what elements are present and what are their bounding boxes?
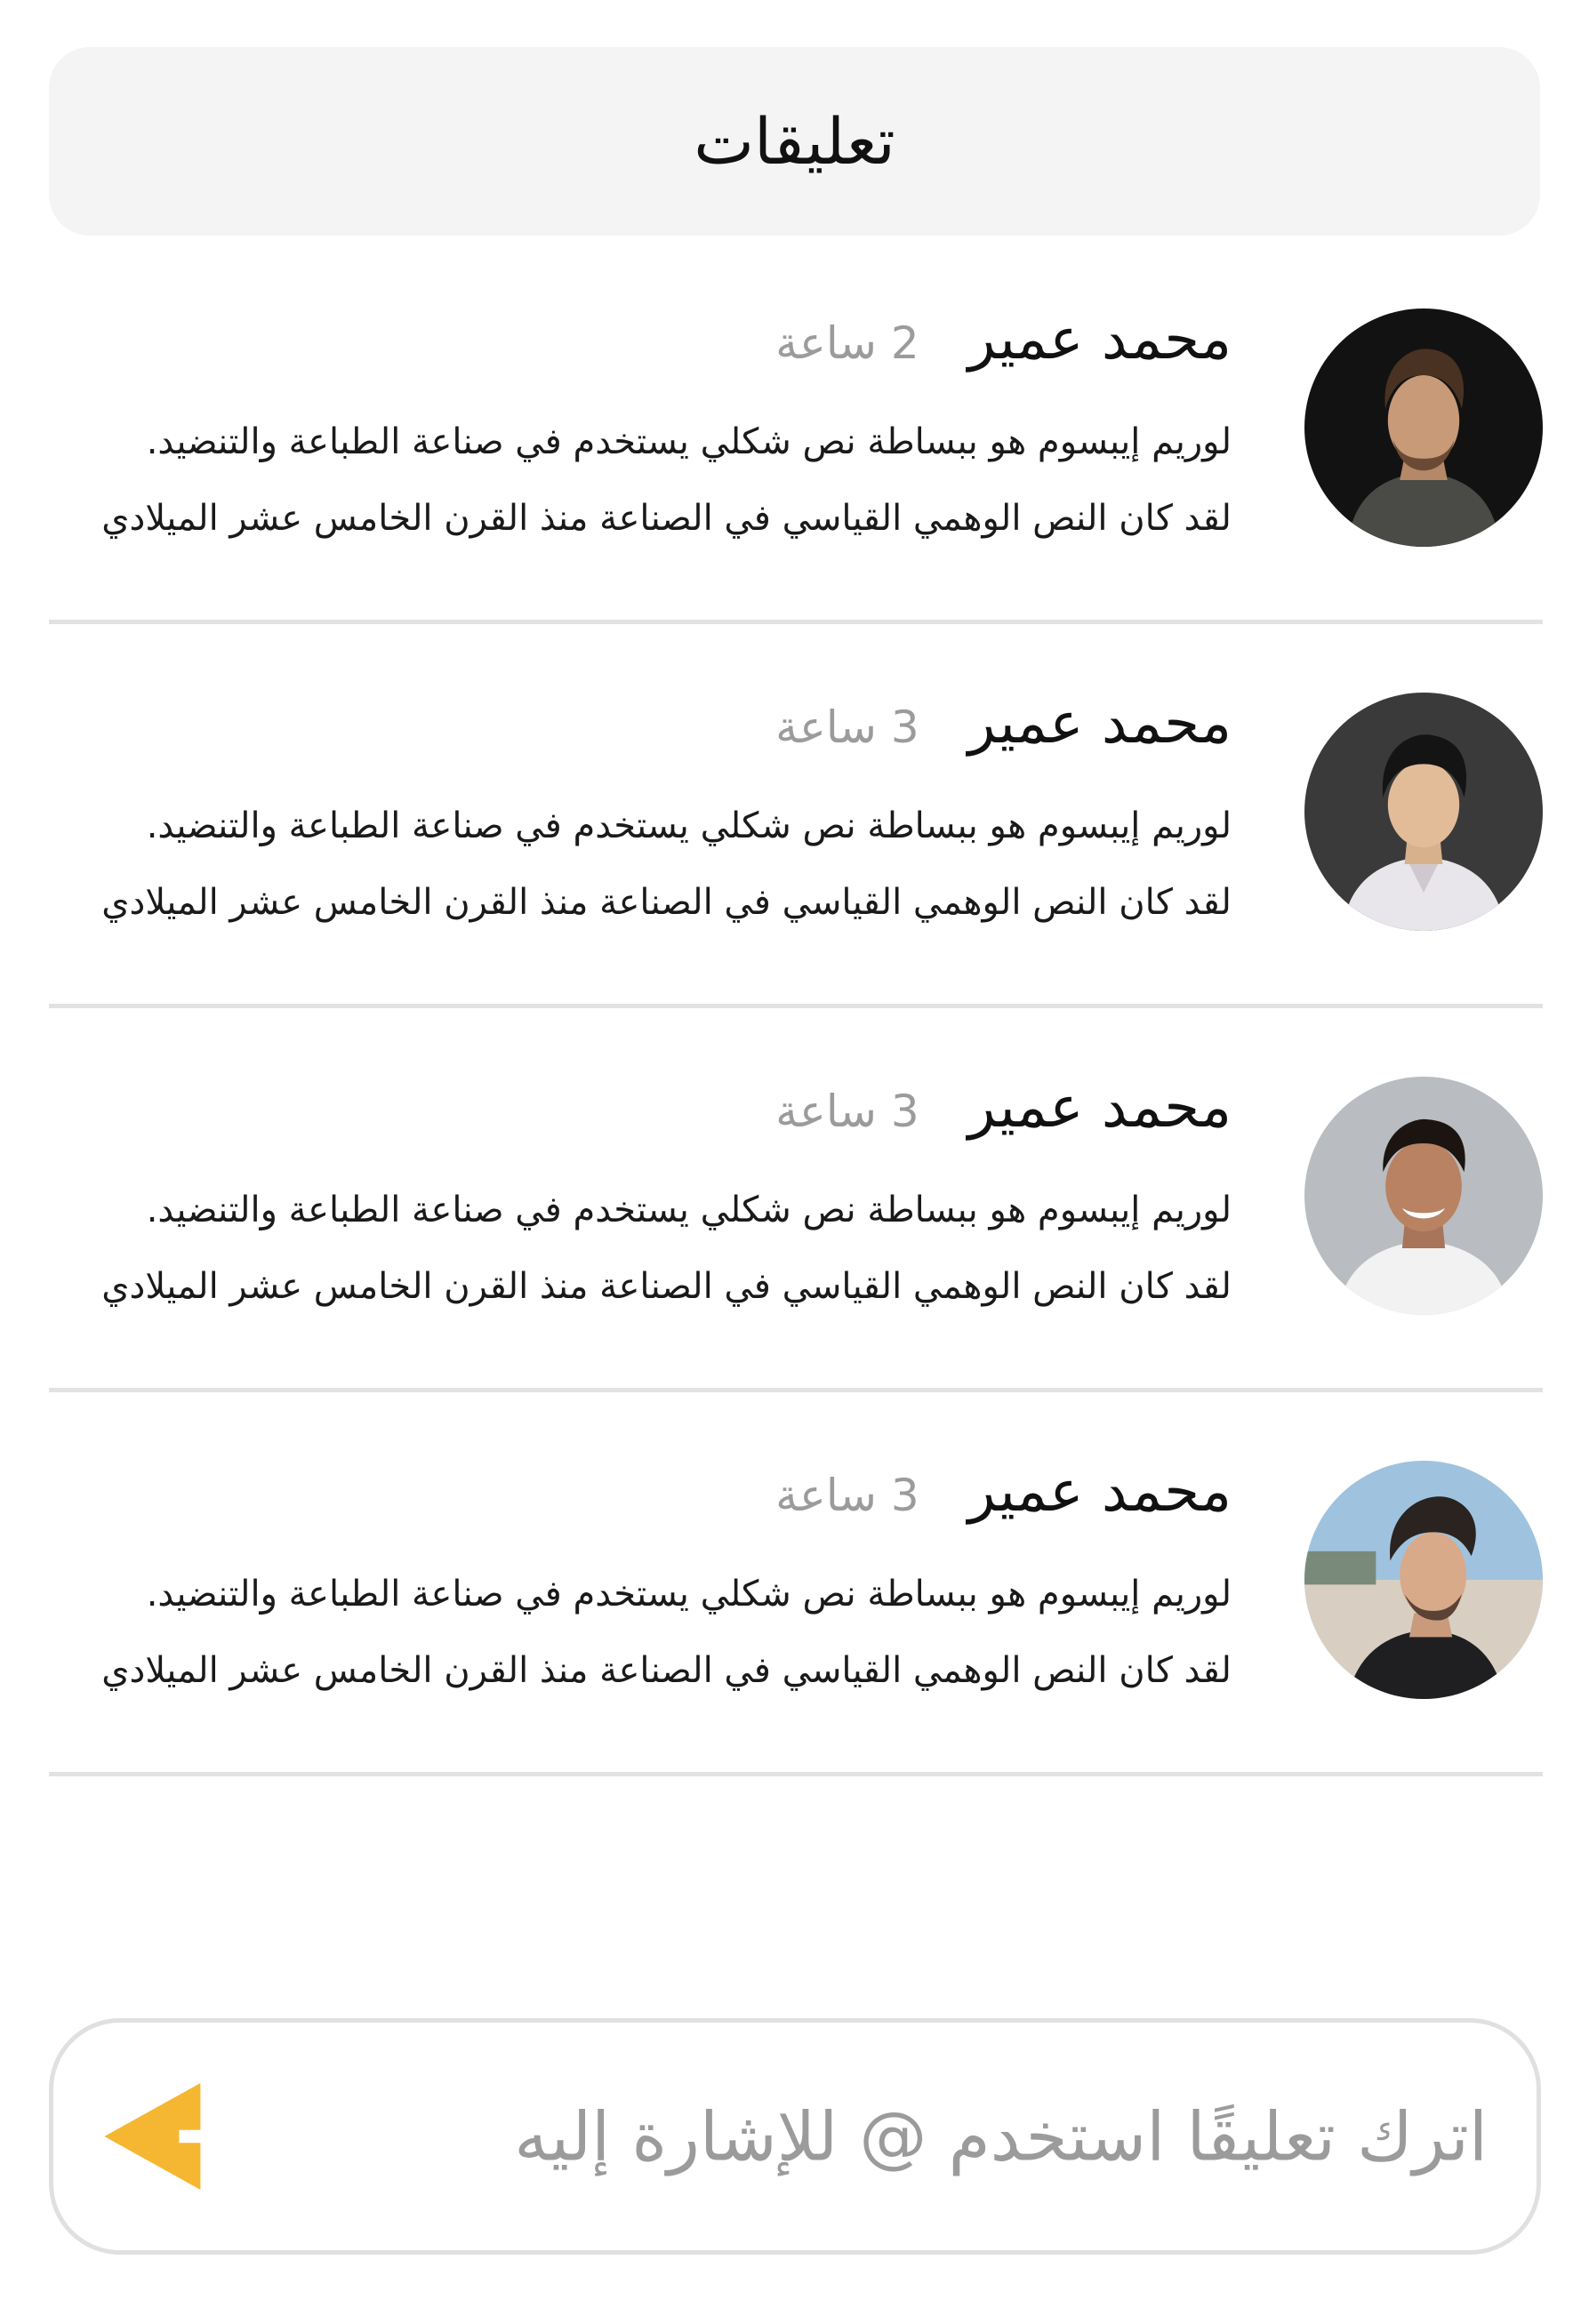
comment-content: محمد عمير 3 ساعة لوريم إيبسوم هو ببساطة … bbox=[58, 695, 1232, 941]
comment-timestamp: 3 ساعة bbox=[775, 1086, 919, 1137]
comment-input[interactable] bbox=[421, 2096, 1488, 2176]
comment-timestamp: 3 ساعة bbox=[775, 1470, 919, 1521]
comment-text: لوريم إيبسوم هو ببساطة نص شكلي يستخدم في… bbox=[58, 788, 1232, 941]
comment-text-line: لقد كان النص الوهمي القياسي في الصناعة م… bbox=[101, 1650, 1232, 1691]
send-arrow-icon bbox=[104, 2083, 201, 2190]
avatar-photo bbox=[1304, 1077, 1543, 1315]
comment-item: محمد عمير 2 ساعة لوريم إيبسوم هو ببساطة … bbox=[49, 240, 1543, 624]
comment-content: محمد عمير 3 ساعة لوريم إيبسوم هو ببساطة … bbox=[58, 1463, 1232, 1709]
header-bar: تعليقات bbox=[49, 47, 1540, 236]
comment-timestamp: 3 ساعة bbox=[775, 701, 919, 753]
avatar-photo bbox=[1304, 309, 1543, 547]
comment-text: لوريم إيبسوم هو ببساطة نص شكلي يستخدم في… bbox=[58, 1172, 1232, 1325]
send-button[interactable] bbox=[102, 2083, 209, 2190]
avatar[interactable] bbox=[1304, 1077, 1543, 1315]
comment-text-line: لوريم إيبسوم هو ببساطة نص شكلي يستخدم في… bbox=[146, 1190, 1232, 1230]
comment-author[interactable]: محمد عمير bbox=[968, 1463, 1232, 1520]
comment-list: محمد عمير 2 ساعة لوريم إيبسوم هو ببساطة … bbox=[49, 240, 1543, 1776]
comment-text-line: لوريم إيبسوم هو ببساطة نص شكلي يستخدم في… bbox=[146, 421, 1232, 462]
comments-screen: تعليقات محمد عمير 2 ساعة لوريم إيبسوم هو… bbox=[0, 0, 1589, 2324]
comment-author[interactable]: محمد عمير bbox=[968, 1079, 1232, 1136]
comment-meta: محمد عمير 2 ساعة bbox=[58, 311, 1232, 368]
comment-text-line: لقد كان النص الوهمي القياسي في الصناعة م… bbox=[101, 498, 1232, 539]
comment-item: محمد عمير 3 ساعة لوريم إيبسوم هو ببساطة … bbox=[49, 1392, 1543, 1776]
comment-content: محمد عمير 2 ساعة لوريم إيبسوم هو ببساطة … bbox=[58, 311, 1232, 557]
comment-item: محمد عمير 3 ساعة لوريم إيبسوم هو ببساطة … bbox=[49, 624, 1543, 1008]
comment-text-line: لقد كان النص الوهمي القياسي في الصناعة م… bbox=[101, 882, 1232, 923]
avatar[interactable] bbox=[1304, 309, 1543, 547]
page-title: تعليقات bbox=[694, 104, 895, 179]
avatar-photo bbox=[1304, 693, 1543, 931]
comment-text: لوريم إيبسوم هو ببساطة نص شكلي يستخدم في… bbox=[58, 404, 1232, 557]
comment-text: لوريم إيبسوم هو ببساطة نص شكلي يستخدم في… bbox=[58, 1556, 1232, 1709]
avatar[interactable] bbox=[1304, 693, 1543, 931]
comment-item: محمد عمير 3 ساعة لوريم إيبسوم هو ببساطة … bbox=[49, 1008, 1543, 1392]
comment-content: محمد عمير 3 ساعة لوريم إيبسوم هو ببساطة … bbox=[58, 1079, 1232, 1325]
avatar-photo bbox=[1304, 1461, 1543, 1699]
comment-composer bbox=[49, 2018, 1541, 2255]
avatar[interactable] bbox=[1304, 1461, 1543, 1699]
comment-meta: محمد عمير 3 ساعة bbox=[58, 1463, 1232, 1520]
comment-author[interactable]: محمد عمير bbox=[968, 311, 1232, 368]
comment-timestamp: 2 ساعة bbox=[775, 317, 919, 369]
comment-meta: محمد عمير 3 ساعة bbox=[58, 1079, 1232, 1136]
comment-author[interactable]: محمد عمير bbox=[968, 695, 1232, 752]
comment-text-line: لوريم إيبسوم هو ببساطة نص شكلي يستخدم في… bbox=[146, 805, 1232, 846]
comment-text-line: لوريم إيبسوم هو ببساطة نص شكلي يستخدم في… bbox=[146, 1574, 1232, 1615]
comment-meta: محمد عمير 3 ساعة bbox=[58, 695, 1232, 752]
comment-text-line: لقد كان النص الوهمي القياسي في الصناعة م… bbox=[101, 1266, 1232, 1307]
